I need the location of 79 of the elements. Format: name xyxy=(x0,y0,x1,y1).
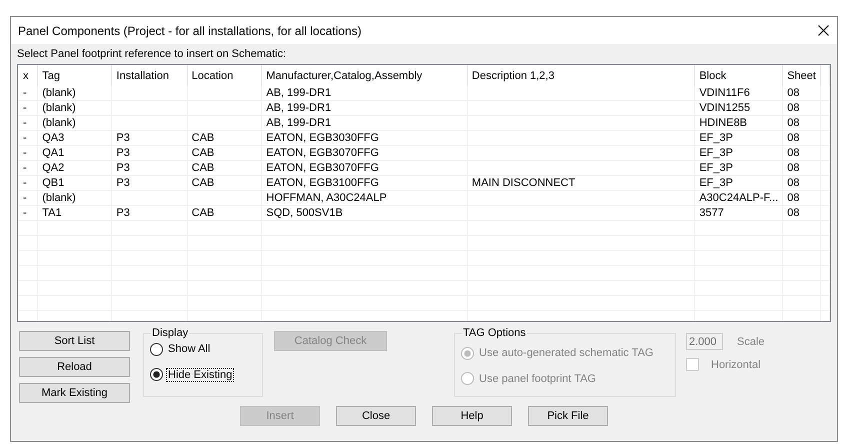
table-cell: (blank) xyxy=(42,192,76,204)
dialog-button[interactable]: Close xyxy=(336,406,416,426)
table-cell: CAB xyxy=(192,132,214,144)
table-cell: EF_3P xyxy=(699,162,733,174)
table-cell: - xyxy=(23,192,27,204)
table-cell: MAIN DISCONNECT xyxy=(472,177,576,189)
table-cell: VDIN11F6 xyxy=(699,87,750,99)
table-cell: A30C24ALP-F... xyxy=(699,192,778,204)
table-cell: EF_3P xyxy=(699,177,733,189)
table-cell: QB1 xyxy=(42,177,64,189)
table-cell: CAB xyxy=(192,162,214,174)
column-header[interactable]: Sheet xyxy=(782,65,820,86)
table-cell: EATON, EGB3100FFG xyxy=(266,177,379,189)
group-title: TAG Options xyxy=(462,327,527,339)
table-cell: P3 xyxy=(116,132,130,144)
table-cell: SQD, 500SV1B xyxy=(266,207,343,219)
column-header[interactable]: Tag xyxy=(38,65,112,86)
table-cell: (blank) xyxy=(42,102,76,114)
table-cell: 08 xyxy=(787,102,800,114)
side-button[interactable]: Reload xyxy=(19,357,130,377)
table-cell: CAB xyxy=(192,147,214,159)
table-cell: P3 xyxy=(116,177,130,189)
table-cell: QA2 xyxy=(42,162,64,174)
table-cell: 08 xyxy=(787,192,800,204)
table-cell: 08 xyxy=(787,162,800,174)
radio-option[interactable]: Show All xyxy=(150,341,212,357)
table-cell: P3 xyxy=(116,162,130,174)
table-cell: EATON, EGB3070FFG xyxy=(266,162,379,174)
table-cell: P3 xyxy=(116,147,130,159)
table-cell: VDIN1255 xyxy=(699,102,750,114)
column-header[interactable]: x xyxy=(18,65,38,86)
dialog-button[interactable]: Help xyxy=(432,406,512,426)
table-cell: AB, 199-DR1 xyxy=(266,87,332,99)
table-cell: QA1 xyxy=(42,147,64,159)
side-button[interactable]: Sort List xyxy=(19,331,130,351)
table-cell: 08 xyxy=(787,117,800,129)
table-cell: HDINE8B xyxy=(699,117,748,129)
table-cell: AB, 199-DR1 xyxy=(266,102,332,114)
table-cell: AB, 199-DR1 xyxy=(266,117,332,129)
table-cell: QA3 xyxy=(42,132,64,144)
table-cell: 3577 xyxy=(699,207,724,219)
table-cell: - xyxy=(23,147,27,159)
table-cell: CAB xyxy=(192,207,214,219)
column-header[interactable]: Manufacturer,Catalog,Assembly xyxy=(262,65,468,86)
table-cell: - xyxy=(23,207,27,219)
prompt-text: Select Panel footprint reference to insert on Schematic: xyxy=(17,47,288,62)
column-header[interactable]: Installation xyxy=(112,65,188,86)
close-icon[interactable] xyxy=(818,25,829,36)
table-cell: CAB xyxy=(192,177,214,189)
table-cell: P3 xyxy=(116,207,130,219)
table-cell: (blank) xyxy=(42,87,76,99)
radio-icon[interactable] xyxy=(150,342,163,356)
table-cell: (blank) xyxy=(42,117,76,129)
table-cell: 08 xyxy=(787,132,800,144)
table-cell: EATON, EGB3030FFG xyxy=(266,132,379,144)
table-cell: - xyxy=(23,102,27,114)
table-cell: - xyxy=(23,132,27,144)
table-cell: 08 xyxy=(787,87,800,99)
table-cell: EF_3P xyxy=(699,132,733,144)
window-title: Panel Components (Project - for all installations, for all locations) xyxy=(18,24,362,38)
table-cell: 08 xyxy=(787,207,800,219)
scale-label: Scale xyxy=(737,336,765,348)
group-title: Display xyxy=(151,327,190,339)
table-cell: 08 xyxy=(787,177,800,189)
table-cell: 08 xyxy=(787,147,800,159)
dialog-button[interactable]: Pick File xyxy=(528,406,608,426)
table-cell: EF_3P xyxy=(699,147,733,159)
table-cell: - xyxy=(23,117,27,129)
table-cell: - xyxy=(23,87,27,99)
table-cell: HOFFMAN, A30C24ALP xyxy=(266,192,387,204)
table-cell: EATON, EGB3070FFG xyxy=(266,147,379,159)
column-header[interactable]: Block xyxy=(694,65,783,86)
radio-icon[interactable] xyxy=(150,368,163,381)
column-header[interactable]: Description 1,2,3 xyxy=(467,65,695,86)
column-header[interactable]: Location xyxy=(187,65,262,86)
side-button[interactable]: Mark Existing xyxy=(19,383,130,403)
table-cell: TA1 xyxy=(42,207,62,219)
table-cell: - xyxy=(23,162,27,174)
table-cell: - xyxy=(23,177,27,189)
